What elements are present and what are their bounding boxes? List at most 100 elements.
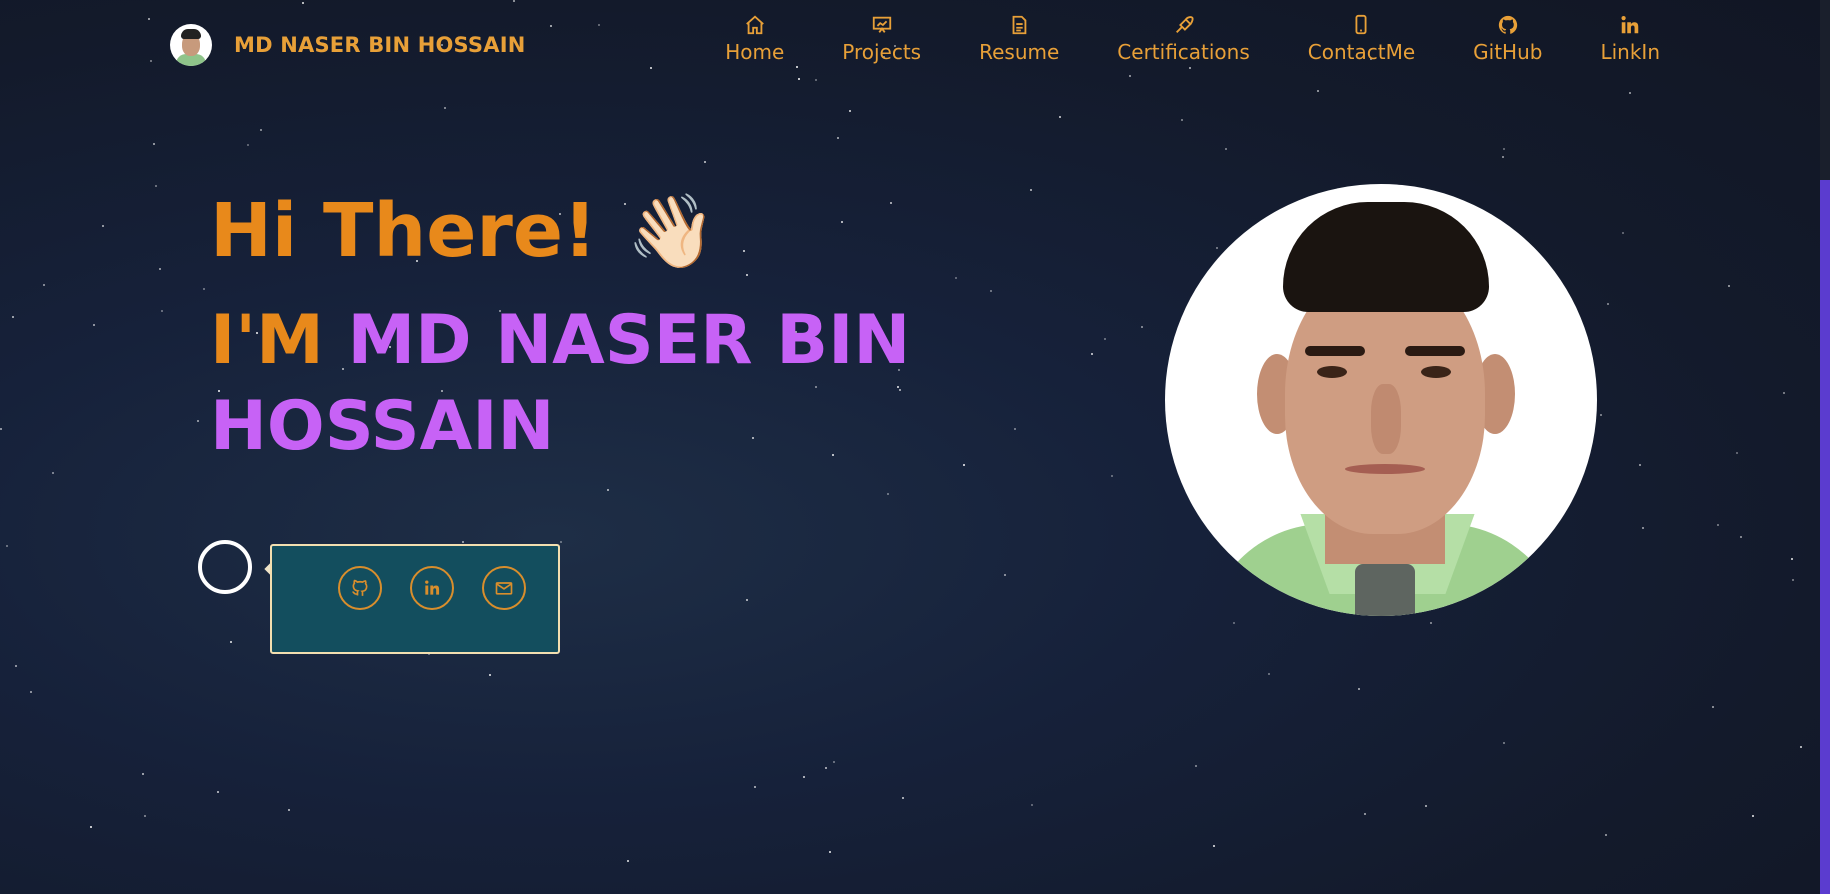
star (1752, 815, 1754, 817)
scrollbar-thumb[interactable] (1820, 180, 1830, 894)
star (990, 290, 992, 292)
linkedin-icon (1621, 16, 1639, 34)
star (217, 791, 219, 793)
star (52, 472, 54, 474)
star (1216, 247, 1218, 249)
star (1213, 845, 1215, 847)
page-scrollbar[interactable] (1820, 0, 1830, 894)
star (560, 541, 562, 543)
star (1717, 524, 1719, 526)
star (1425, 805, 1427, 807)
star (30, 691, 32, 693)
star (1629, 92, 1631, 94)
star (1091, 353, 1093, 355)
pen-nib-icon (1175, 16, 1194, 33)
star (902, 797, 904, 799)
star (627, 860, 629, 862)
nav-item-linkin[interactable]: LinkIn (1600, 14, 1660, 64)
nav-label-contactme: ContactMe (1307, 40, 1416, 64)
star (1104, 338, 1106, 340)
star (1225, 148, 1227, 150)
nav-menu: Home Projects Resume Certifications Cont… (725, 14, 1660, 64)
presentation-icon (872, 16, 891, 33)
star (1740, 536, 1742, 538)
nav-item-contactme[interactable]: ContactMe (1308, 14, 1415, 64)
nav-label-linkin: LinkIn (1600, 40, 1660, 64)
linkedin-icon (425, 580, 440, 595)
nav-label-projects: Projects (842, 40, 922, 64)
star (1317, 90, 1319, 92)
star (955, 277, 957, 279)
star (1268, 673, 1270, 675)
waving-hand-icon: 👋🏻 (626, 188, 717, 273)
star (1736, 452, 1738, 454)
star (1233, 622, 1235, 624)
star (1800, 746, 1802, 748)
star (288, 809, 290, 811)
star (0, 428, 2, 430)
home-icon (745, 15, 764, 35)
star (1605, 834, 1607, 836)
nav-label-home: Home (725, 40, 785, 64)
star (260, 129, 262, 131)
greeting-text: Hi There! (210, 188, 597, 274)
greeting-heading: Hi There! 👋🏻 (210, 188, 910, 274)
star (159, 268, 161, 270)
star (1059, 116, 1061, 118)
star (230, 641, 232, 643)
star (1031, 804, 1033, 806)
star (1195, 765, 1197, 767)
star (1712, 706, 1714, 708)
star (963, 464, 965, 466)
social-links-box (270, 544, 560, 654)
star (144, 815, 146, 817)
brand[interactable]: MD NASER BIN HOSSAIN (170, 24, 526, 66)
star (704, 161, 706, 163)
star (1030, 189, 1032, 191)
nav-item-home[interactable]: Home (725, 14, 784, 64)
nav-label-resume: Resume (979, 40, 1060, 64)
nav-label-certifications: Certifications (1117, 40, 1250, 64)
nav-item-resume[interactable]: Resume (979, 14, 1059, 64)
social-github-link[interactable] (338, 566, 382, 610)
nav-item-github[interactable]: GitHub (1473, 14, 1542, 64)
star (1791, 558, 1793, 560)
nav-item-certifications[interactable]: Certifications (1117, 14, 1250, 64)
star (833, 761, 835, 763)
star (6, 545, 8, 547)
star (1004, 574, 1006, 576)
star (837, 137, 839, 139)
star (607, 489, 609, 491)
star (43, 284, 45, 286)
star (1622, 232, 1624, 234)
social-linkedin-link[interactable] (410, 566, 454, 610)
brand-name: MD NASER BIN HOSSAIN (234, 33, 526, 57)
github-icon (1498, 15, 1517, 34)
star (1181, 119, 1183, 121)
star (1728, 285, 1730, 287)
name-heading: I'M MD NASER BIN HOSSAIN (210, 298, 910, 470)
star (754, 786, 756, 788)
star (197, 420, 199, 422)
star (825, 767, 827, 769)
star (1600, 414, 1602, 416)
social-email-link[interactable] (482, 566, 526, 610)
phone-icon (1355, 14, 1367, 35)
nav-item-projects[interactable]: Projects (842, 14, 921, 64)
star (247, 144, 249, 146)
star (746, 599, 748, 601)
star (102, 225, 104, 227)
mail-icon (495, 582, 513, 595)
star (1502, 156, 1504, 158)
star (1642, 527, 1644, 529)
star (1783, 392, 1785, 394)
document-icon (1012, 15, 1027, 35)
star (153, 143, 155, 145)
star (203, 288, 205, 290)
star (1503, 742, 1505, 744)
toggle-ring-button[interactable] (198, 540, 252, 594)
profile-photo (1165, 184, 1597, 616)
nav-label-github: GitHub (1473, 40, 1543, 64)
star (462, 541, 464, 543)
im-prefix: I'M (210, 301, 324, 380)
